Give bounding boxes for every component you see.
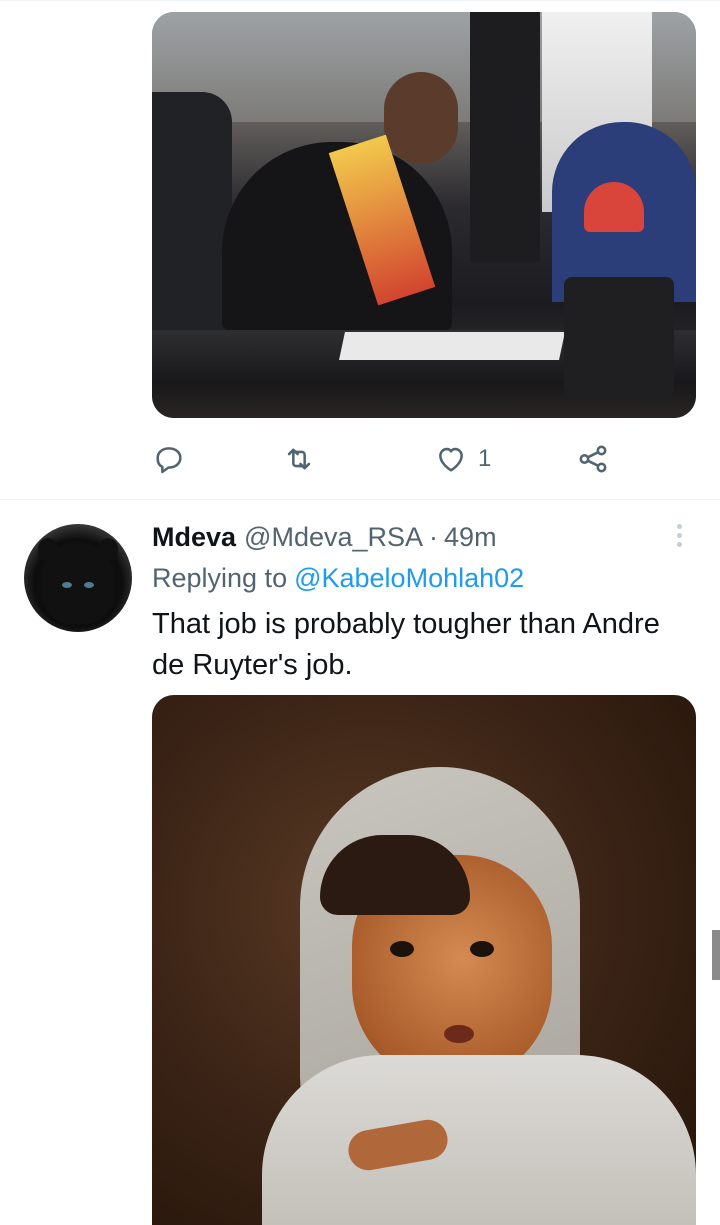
replying-to-line: Replying to @KabeloMohlah02 <box>152 559 524 597</box>
tweet-photo-baby[interactable] <box>152 695 696 1225</box>
avatar-panther <box>42 542 114 624</box>
tweet-photo-police-stamp[interactable] <box>152 12 696 418</box>
share-icon <box>579 445 607 473</box>
tweet-header: Mdeva @Mdeva_RSA · 49m <box>152 518 497 556</box>
avatar[interactable] <box>24 524 132 632</box>
photo-paper <box>339 332 565 360</box>
photo-pillar <box>470 12 540 262</box>
scrollbar-handle[interactable] <box>712 930 720 980</box>
heart-icon <box>439 447 463 472</box>
reply-button[interactable] <box>152 436 186 482</box>
photo-left-person <box>152 92 232 332</box>
replying-prefix: Replying to <box>152 562 288 593</box>
reply-icon <box>156 447 182 474</box>
photo-stamp-machine <box>560 182 680 402</box>
retweet-icon <box>287 448 311 470</box>
separator-dot: · <box>429 521 439 552</box>
tweet-text: That job is probably tougher than Andre … <box>152 608 660 681</box>
like-count: 1 <box>478 445 492 472</box>
like-button[interactable]: 1 <box>434 436 491 482</box>
user-handle[interactable]: @Mdeva_RSA <box>244 522 423 553</box>
display-name[interactable]: Mdeva <box>152 522 236 553</box>
tweet-action-bar: 1 <box>152 436 622 482</box>
more-options-button[interactable] <box>664 520 694 550</box>
photo-baby-body <box>262 1055 696 1225</box>
mention-link[interactable]: @KabeloMohlah02 <box>294 563 524 594</box>
top-divider <box>0 0 720 1</box>
tweet-divider <box>0 499 720 500</box>
timestamp[interactable]: 49m <box>444 522 497 553</box>
share-button[interactable] <box>576 436 610 482</box>
photo-main-person-head <box>384 72 458 164</box>
retweet-button[interactable] <box>282 436 316 482</box>
more-dots-icon <box>676 523 682 529</box>
